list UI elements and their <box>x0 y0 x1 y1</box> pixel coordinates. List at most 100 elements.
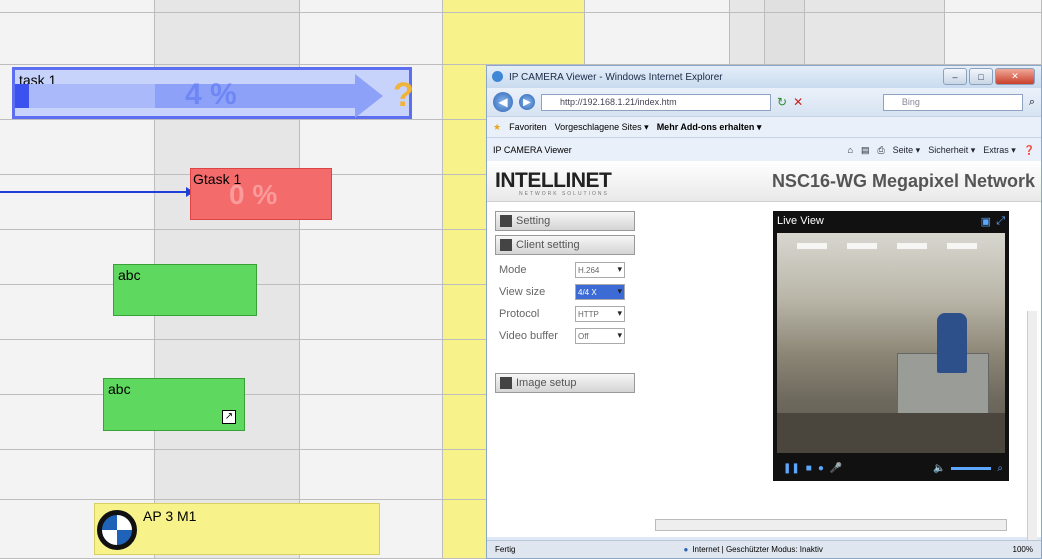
setting-button[interactable]: Setting <box>495 211 635 231</box>
print-icon[interactable]: ⎙ <box>877 145 884 156</box>
tool-page[interactable]: Seite ▾ <box>893 145 921 156</box>
tab-row: IP CAMERA Viewer ⌂ ▤ ⎙ Seite ▾ Sicherhei… <box>487 137 1041 162</box>
tool-security[interactable]: Sicherheit ▾ <box>928 145 975 156</box>
grid-cell <box>300 13 443 65</box>
grid-cell <box>0 0 155 13</box>
tool-extras[interactable]: Extras ▾ <box>983 145 1016 156</box>
client-setting-button[interactable]: Client setting <box>495 235 635 255</box>
ceiling-lights <box>797 243 977 249</box>
mode-select[interactable]: H.264 <box>575 262 625 278</box>
snapshot-icon[interactable]: ▣ <box>981 215 991 228</box>
grid-cell <box>300 0 443 13</box>
audio-icon[interactable]: 🎤 <box>830 463 842 474</box>
setting-label: Protocol <box>499 308 540 320</box>
favorites-bar: ★ Favoriten Vorgeschlagene Sites ▾ Mehr … <box>487 116 1041 137</box>
task-bar-abc-1[interactable]: abc <box>113 264 257 316</box>
grid-cell <box>300 230 443 285</box>
grid-cell <box>155 120 300 175</box>
grid-cell <box>300 340 443 395</box>
live-view-panel: Live View ▣ ⤢ ❚❚ ■ ● 🎤 🔈 ⌕ <box>773 211 1009 481</box>
shortcut-arrow-icon[interactable]: ↗ <box>222 410 236 424</box>
forward-icon[interactable]: ▶ <box>519 94 535 110</box>
protocol-select[interactable]: HTTP <box>575 306 625 322</box>
brand-logo: INTELLINET <box>495 169 612 192</box>
vertical-scrollbar[interactable] <box>1027 311 1037 558</box>
grid-cell <box>443 13 585 65</box>
zoom-icon[interactable]: ⌕ <box>997 463 1003 474</box>
grid-cell <box>300 450 443 500</box>
progress-percent: 0 % <box>229 179 278 210</box>
live-view-title: Live View ▣ ⤢ <box>773 211 1009 231</box>
grid-cell <box>730 0 765 13</box>
ie-window[interactable]: IP CAMERA Viewer - Windows Internet Expl… <box>486 65 1042 559</box>
favorites-item-1[interactable]: Vorgeschlagene Sites ▾ <box>555 122 649 133</box>
task-bar-ap3m1[interactable]: AP 3 M1 <box>94 503 380 555</box>
window-title-bar[interactable]: IP CAMERA Viewer - Windows Internet Expl… <box>487 66 1041 88</box>
setting-label: Mode <box>499 264 527 276</box>
brand-bar: INTELLINET NETWORK SOLUTIONS NSC16-WG Me… <box>487 161 1041 202</box>
fullscreen-icon[interactable]: ⤢ <box>996 215 1005 228</box>
window-title: IP CAMERA Viewer - Windows Internet Expl… <box>509 71 723 83</box>
stop-icon[interactable]: ✕ <box>793 95 803 109</box>
status-bar: Fertig ● Internet | Geschützter Modus: I… <box>487 540 1041 558</box>
image-setup-button[interactable]: Image setup <box>495 373 635 393</box>
worker-shape <box>937 313 967 373</box>
grid-cell <box>0 450 155 500</box>
minimize-button[interactable]: – <box>943 68 967 85</box>
camera-video-feed[interactable] <box>777 233 1005 453</box>
grid-cell <box>765 0 805 13</box>
grid-cell <box>443 0 585 13</box>
task-label: abc <box>108 381 131 397</box>
grid-cell <box>805 13 945 65</box>
horizontal-scrollbar[interactable] <box>655 519 1007 531</box>
setting-button-label: Setting <box>516 215 551 227</box>
model-title: NSC16-WG Megapixel Network <box>771 171 1035 191</box>
help-icon[interactable]: ❓ <box>1024 145 1035 156</box>
image-setup-label: Image setup <box>516 377 577 389</box>
setting-row-viewsize: View size 4/4 X <box>495 281 635 303</box>
tab-title[interactable]: IP CAMERA Viewer <box>493 145 572 155</box>
task-bar-abc-2[interactable]: abc ↗ <box>103 378 245 431</box>
volume-icon[interactable]: 🔈 <box>933 463 945 474</box>
grid-cell <box>0 175 155 230</box>
back-icon[interactable]: ◀ <box>493 92 513 112</box>
dependency-arrow <box>0 187 194 197</box>
search-input[interactable]: Bing <box>882 93 1023 111</box>
favorites-item-2[interactable]: Mehr Add-ons erhalten ▾ <box>657 122 762 133</box>
grid-cell <box>585 0 730 13</box>
view-size-select[interactable]: 4/4 X <box>575 284 625 300</box>
close-button[interactable]: ✕ <box>995 68 1035 85</box>
image-setup-icon <box>500 377 512 389</box>
pause-icon[interactable]: ❚❚ <box>783 463 800 474</box>
grid-cell <box>155 13 300 65</box>
setting-label: View size <box>499 286 546 298</box>
stop-video-icon[interactable]: ■ <box>806 463 812 474</box>
grid-cell <box>300 395 443 450</box>
setting-row-mode: Mode H.264 <box>495 259 635 281</box>
zoom-level[interactable]: 100% <box>1013 545 1033 554</box>
user-icon <box>500 239 512 251</box>
video-buffer-select[interactable]: Off <box>575 328 625 344</box>
grid-cell <box>945 0 1042 13</box>
record-icon[interactable]: ● <box>818 463 824 474</box>
grid-cell <box>300 120 443 175</box>
feeds-icon[interactable]: ▤ <box>861 145 870 156</box>
volume-slider[interactable] <box>951 466 992 470</box>
task-bar-gtask1[interactable]: Gtask 1 0 % <box>190 168 332 220</box>
refresh-icon[interactable]: ↻ <box>777 95 787 109</box>
search-icon[interactable]: ⌕ <box>1029 96 1035 109</box>
grid-cell <box>805 0 945 13</box>
zone-text: Internet | Geschützter Modus: Inaktiv <box>692 545 823 554</box>
address-input[interactable]: http://192.168.1.21/index.htm <box>541 93 771 111</box>
setting-label: Video buffer <box>499 330 558 342</box>
favorites-item-0[interactable]: Favoriten <box>509 122 547 132</box>
live-view-label: Live View <box>777 215 824 227</box>
task-label: AP 3 M1 <box>143 508 197 524</box>
grid-cell <box>300 285 443 340</box>
ie-logo-icon <box>492 71 503 82</box>
task-bar-task1[interactable]: task 1 4 % ? <box>12 67 414 119</box>
floor-shape <box>777 413 1005 453</box>
home-icon[interactable]: ⌂ <box>848 145 853 156</box>
video-controls: ❚❚ ■ ● 🎤 🔈 ⌕ <box>773 455 1009 481</box>
maximize-button[interactable]: □ <box>969 68 993 85</box>
